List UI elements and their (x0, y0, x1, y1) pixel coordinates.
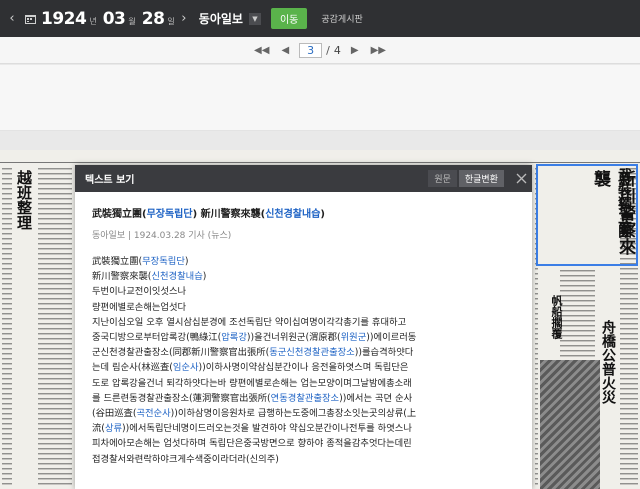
calendar-icon[interactable] (23, 13, 37, 25)
day-unit: 일 (167, 16, 175, 26)
right-headline-a: 武裝獨立團 (616, 168, 632, 238)
text-column (38, 168, 72, 488)
headline-part: 신천경찰내습 (265, 209, 321, 220)
newspaper-photo (540, 360, 600, 489)
line-text: (谷田巡査( (92, 408, 137, 420)
text-view-panel: 텍스트 보기 원문 한글변환 武裝獨立團(무장독립단) 新川警察來襲(신천경찰내… (75, 165, 532, 489)
month-unit: 월 (128, 16, 136, 26)
line-text: 는데 림순사(林巡査( (92, 362, 173, 374)
newspaper-select[interactable]: 동아일보 (199, 10, 243, 27)
article-line: (谷田巡査(곡전순사))이하삼명이응원차로 급행하는도중에그총장소잇는곳의상류(… (92, 406, 515, 421)
total-pages: 4 (333, 43, 341, 57)
line-text: ) (202, 271, 207, 283)
line-text: ))이하삼명이응원차로 급행하는도중에그총장소잇는곳의상류(上 (170, 408, 417, 420)
article-line: 접경찰서와련락하야크게수색중이라더라(신의주) (92, 452, 515, 467)
text-column (2, 168, 12, 488)
line-text: 를 드른련동경찰관출장소(蓮洞警察官出張所( (92, 392, 271, 404)
hangul-convert-button[interactable]: 한글변환 (458, 170, 504, 187)
article-meta: 동아일보 | 1924.03.28 기사 (뉴스) (92, 231, 232, 241)
hangul-reading: 임순사 (172, 362, 199, 374)
article-line: 를 드른련동경찰관출장소(蓮洞警察官出張所(연동경찰관출장소))에서는 곡뎐 순… (92, 391, 515, 406)
next-page-icon[interactable]: ▶ (351, 45, 359, 56)
line-text: 두번이나교전이잇섯스나 (92, 286, 187, 298)
newspaper-header-rule (0, 155, 640, 163)
hangul-reading: 신천경찰내습 (151, 271, 203, 283)
headline-part: ) 新川警察來襲( (192, 209, 266, 220)
highlighted-article-box[interactable]: 新川警察來襲 武裝獨立團 (536, 164, 638, 266)
year-unit: 년 (89, 16, 97, 26)
headline-part: 무장독립단 (146, 209, 193, 220)
article-line: 도로 압록강을건너 퇴각하얏다는바 량편에별로손해는 업는모양이며그날밤에총소래 (92, 376, 515, 391)
panel-title: 텍스트 보기 (85, 175, 135, 186)
article-line: 중국디방으로부터압록강(鴨綠江(압록강))을건너위원군(渭原郡(위원군))에이르… (92, 330, 515, 345)
line-text: ))을건너위원군(渭原郡( (246, 332, 341, 344)
hangul-reading: 상류 (104, 423, 123, 435)
day-value[interactable]: 28 (142, 9, 165, 29)
prev-date-arrow-icon[interactable]: ‹ (5, 11, 19, 26)
hangul-reading: 연동경찰관출장소 (270, 392, 340, 404)
line-text: 도로 압록강을건너 퇴각하얏다는바 량편에별로손해는 업는모양이며그날밤에총소래 (92, 377, 412, 389)
hangul-reading: 압록강 (221, 332, 247, 344)
hangul-reading: 동군신천경찰관출장소 (269, 347, 355, 359)
date-display[interactable]: 1924 년 03 월 28 일 (41, 9, 181, 29)
last-page-icon[interactable]: ▶▶ (371, 45, 386, 56)
line-text: ))에서독립단네명이드러오는것을 발견하야 약십오분간이나전투를 하엿스나 (122, 423, 412, 435)
line-text: ))를습격하얏다 (354, 347, 414, 359)
left-headline: 越班整理 (15, 170, 33, 230)
article-line: 武裝獨立團(무장독립단) (92, 254, 515, 269)
line-text: 접경찰서와련락하야크게수색중이라더라(신의주) (92, 453, 279, 465)
headline-part: 武裝獨立團( (92, 209, 147, 220)
article-line: 新川警察來襲(신천경찰내습) (92, 269, 515, 284)
first-page-icon[interactable]: ◀◀ (254, 45, 269, 56)
article-line: 군신천경찰관출장소(同郡新川警察官出張所(동군신천경찰관출장소))를습격하얏다 (92, 345, 515, 360)
article-line: 두번이나교전이잇섯스나 (92, 284, 515, 299)
next-date-arrow-icon[interactable]: › (177, 11, 191, 26)
original-text-button[interactable]: 원문 (428, 170, 457, 187)
line-text: 지난이십오일 오후 열시삼십분경에 조선독립단 약이십여명이각각총기를 휴대하고 (92, 316, 407, 328)
article-text: 武裝獨立團(무장독립단) 新川警察來襲(신천경찰내습) 두번이나교전이잇섯스나 량편에… (92, 254, 515, 467)
panel-body: 武裝獨立團(무장독립단) 新川警察來襲(신천경찰내습) 동아일보 | 1924.… (75, 192, 532, 467)
line-text: 량편에별로손해는업섯다 (92, 301, 187, 313)
close-icon[interactable] (510, 165, 532, 192)
viewer-toolbar-area (0, 65, 640, 131)
board-link[interactable]: 공감게시판 (321, 12, 362, 25)
right-small-headline: 帆船擱覆 (550, 295, 563, 339)
article-line: 피차에아모손해는 업섯다하며 독립단은중국방면으로 향하야 종적을감추엇다는데린 (92, 436, 515, 451)
article-line: 지난이십오일 오후 열시삼십분경에 조선독립단 약이십여명이각각총기를 휴대하고 (92, 315, 515, 330)
prev-page-icon[interactable]: ◀ (281, 45, 289, 56)
page-separator: / (326, 43, 330, 57)
right-headline-c: 舟橋公普火災 (600, 320, 616, 404)
headline-part: ) (320, 209, 325, 220)
article-headline: 武裝獨立團(무장독립단) 新川警察來襲(신천경찰내습) (92, 205, 515, 220)
line-text: ))에이르러동 (366, 332, 417, 344)
line-text: 流( (92, 423, 105, 435)
year-value[interactable]: 1924 (41, 9, 87, 29)
line-text: ))이하사명이약삼십분간이나 응전을하엿스며 독립단은 (198, 362, 409, 374)
line-text: 중국디방으로부터압록강(鴨綠江( (92, 332, 222, 344)
line-text: 군신천경찰관출장소(同郡新川警察官出張所( (92, 347, 270, 359)
line-text: 피차에아모손해는 업섯다하며 독립단은중국방면으로 향하야 종적을감추엇다는데린 (92, 438, 412, 450)
line-text: 武裝獨立團( (92, 256, 143, 267)
go-button[interactable]: 이동 (270, 8, 308, 29)
article-line: 流(상류))에서독립단네명이드러오는것을 발견하야 약십오분간이나전투를 하엿스… (92, 421, 515, 436)
hangul-reading: 무장독립단 (142, 256, 185, 267)
hangul-reading: 위원군 (340, 332, 367, 344)
chevron-down-icon[interactable]: ▼ (248, 12, 261, 25)
current-page-input[interactable]: 3 (299, 42, 323, 58)
article-line: 는데 림순사(林巡査(임순사))이하사명이약삼십분간이나 응전을하엿스며 독립단… (92, 360, 515, 375)
hangul-reading: 곡전순사 (136, 408, 171, 420)
article-line: 량편에별로손해는업섯다 (92, 300, 515, 315)
line-text: ) (184, 256, 189, 267)
panel-titlebar: 텍스트 보기 원문 한글변환 (75, 165, 532, 192)
line-text: 新川警察來襲( (92, 271, 152, 283)
top-navigation-bar: ‹ 1924 년 03 월 28 일 › 동아일보 ▼ 이동 공감게시판 (0, 0, 640, 37)
page-navigator: ◀◀ ◀ 3 / 4 ▶ ▶▶ (0, 37, 640, 64)
line-text: ))에서는 곡뎐 순사 (339, 392, 413, 404)
month-value[interactable]: 03 (103, 9, 126, 29)
